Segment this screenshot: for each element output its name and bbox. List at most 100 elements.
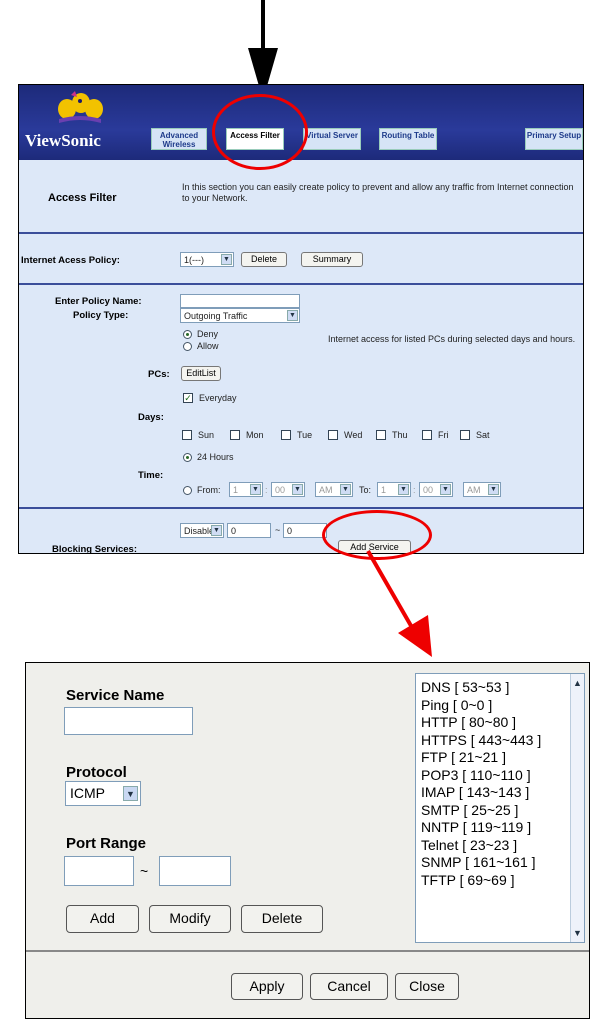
policy-label: Internet Acess Policy:	[21, 255, 120, 266]
blocking-select[interactable]: Disable ▼	[180, 523, 224, 538]
chevron-down-icon: ▼	[488, 484, 499, 495]
blocking-services-label: Blocking Services:	[52, 544, 138, 554]
port-range-end-input[interactable]	[159, 856, 231, 886]
from-minute-value: 00	[275, 485, 286, 495]
port-range-start-input[interactable]	[64, 856, 134, 886]
list-item[interactable]: HTTP [ 80~80 ]	[416, 714, 584, 732]
summary-button[interactable]: Summary	[301, 252, 363, 267]
port-from-input[interactable]: 0	[227, 523, 271, 538]
delete-policy-button[interactable]: Delete	[241, 252, 287, 267]
day-checkbox-wed[interactable]	[328, 430, 338, 440]
chevron-down-icon: ▼	[123, 786, 138, 801]
list-item[interactable]: HTTPS [ 443~443 ]	[416, 732, 584, 750]
from-ampm-select[interactable]: AM ▼	[315, 482, 353, 497]
delete-button[interactable]: Delete	[241, 905, 323, 933]
pointer-arrow-shaft	[261, 0, 265, 52]
day-checkbox-fri[interactable]	[422, 430, 432, 440]
add-button[interactable]: Add	[66, 905, 139, 933]
list-item[interactable]: IMAP [ 143~143 ]	[416, 784, 584, 802]
to-minute-value: 00	[423, 485, 434, 495]
chevron-down-icon: ▼	[250, 484, 261, 495]
day-checkbox-sun[interactable]	[182, 430, 192, 440]
service-name-input[interactable]	[64, 707, 193, 735]
tab-primary-setup[interactable]: Primary Setup	[525, 128, 583, 150]
protocol-select[interactable]: ICMP ▼	[65, 781, 141, 806]
allow-label: Allow	[197, 341, 219, 351]
list-item[interactable]: Telnet [ 23~23 ]	[416, 837, 584, 855]
tab-advanced-wireless[interactable]: Advanced Wireless	[151, 128, 207, 150]
add-service-dialog: Service Name Protocol ICMP ▼ Port Range …	[25, 662, 590, 1019]
day-checkbox-mon[interactable]	[230, 430, 240, 440]
tab-virtual-server[interactable]: Virtual Server	[303, 128, 361, 150]
policy-name-input[interactable]	[180, 294, 300, 308]
section-title: Access Filter	[48, 192, 117, 204]
list-item[interactable]: NNTP [ 119~119 ]	[416, 819, 584, 837]
policy-type-select[interactable]: Outgoing Traffic ▼	[180, 308, 300, 323]
to-ampm-select[interactable]: AM ▼	[463, 482, 501, 497]
editlist-button[interactable]: EditList	[181, 366, 221, 381]
modify-button[interactable]: Modify	[149, 905, 231, 933]
from-time-radio[interactable]	[183, 486, 192, 495]
to-label: To:	[359, 485, 372, 495]
from-label: From:	[197, 485, 221, 495]
day-label-tue: Tue	[297, 430, 313, 440]
apply-button[interactable]: Apply	[231, 973, 303, 1000]
chevron-down-icon: ▼	[221, 254, 232, 265]
cancel-button[interactable]: Cancel	[310, 973, 388, 1000]
chevron-down-icon: ▼	[398, 484, 409, 495]
list-item[interactable]: POP3 [ 110~110 ]	[416, 767, 584, 785]
allow-radio[interactable]	[183, 342, 192, 351]
day-label-mon: Mon	[246, 430, 264, 440]
protocol-value: ICMP	[70, 785, 105, 801]
time-colon: :	[265, 485, 268, 495]
days-label: Days:	[138, 412, 164, 423]
highlight-access-filter-tab	[212, 94, 308, 170]
list-item[interactable]: TFTP [ 69~69 ]	[416, 872, 584, 890]
day-checkbox-sat[interactable]	[460, 430, 470, 440]
everyday-checkbox[interactable]: ✓	[183, 393, 193, 403]
from-hour-select[interactable]: 1 ▼	[229, 482, 263, 497]
to-minute-select[interactable]: 00 ▼	[419, 482, 453, 497]
from-ampm-value: AM	[319, 485, 333, 495]
day-label-wed: Wed	[344, 430, 363, 440]
to-ampm-value: AM	[467, 485, 481, 495]
close-button[interactable]: Close	[395, 973, 459, 1000]
service-list[interactable]: DNS [ 53~53 ] Ping [ 0~0 ] HTTP [ 80~80 …	[415, 673, 585, 943]
port-range-tilde: ~	[140, 863, 149, 879]
policy-type-label: Policy Type:	[73, 310, 129, 321]
policy-select[interactable]: 1(---) ▼	[180, 252, 234, 267]
service-list-items: DNS [ 53~53 ] Ping [ 0~0 ] HTTP [ 80~80 …	[416, 674, 584, 889]
deny-label: Deny	[197, 329, 219, 339]
to-hour-select[interactable]: 1 ▼	[377, 482, 411, 497]
list-item[interactable]: SNMP [ 161~161 ]	[416, 854, 584, 872]
list-item[interactable]: SMTP [ 25~25 ]	[416, 802, 584, 820]
divider	[19, 232, 583, 234]
deny-description: Internet access for listed PCs during se…	[328, 334, 576, 344]
list-item[interactable]: Ping [ 0~0 ]	[416, 697, 584, 715]
day-label-sat: Sat	[476, 430, 490, 440]
chevron-down-icon: ▼	[292, 484, 303, 495]
everyday-label: Everyday	[199, 393, 237, 403]
scroll-up-icon[interactable]: ▲	[573, 678, 582, 688]
list-item[interactable]: FTP [ 21~21 ]	[416, 749, 584, 767]
list-scrollbar[interactable]: ▲ ▼	[570, 674, 584, 942]
time-colon: :	[413, 485, 416, 495]
policy-type-value: Outgoing Traffic	[184, 311, 248, 321]
viewsonic-birds-icon	[58, 91, 103, 123]
day-checkbox-thu[interactable]	[376, 430, 386, 440]
viewsonic-logo: ViewSonic	[25, 131, 101, 150]
divider	[19, 283, 583, 285]
port-to-input[interactable]: 0	[283, 523, 327, 538]
day-checkbox-tue[interactable]	[281, 430, 291, 440]
divider	[19, 507, 583, 509]
24-hours-radio[interactable]	[183, 453, 192, 462]
tab-routing-table[interactable]: Routing Table	[379, 128, 437, 150]
port-range-label: Port Range	[66, 835, 147, 852]
section-description: In this section you can easily create po…	[182, 182, 574, 203]
from-minute-select[interactable]: 00 ▼	[271, 482, 305, 497]
list-item[interactable]: DNS [ 53~53 ]	[416, 679, 584, 697]
deny-radio[interactable]	[183, 330, 192, 339]
access-filter-panel: ViewSonic Advanced Wireless Access Filte…	[18, 84, 584, 554]
from-hour-value: 1	[233, 485, 239, 495]
scroll-down-icon[interactable]: ▼	[573, 928, 582, 938]
